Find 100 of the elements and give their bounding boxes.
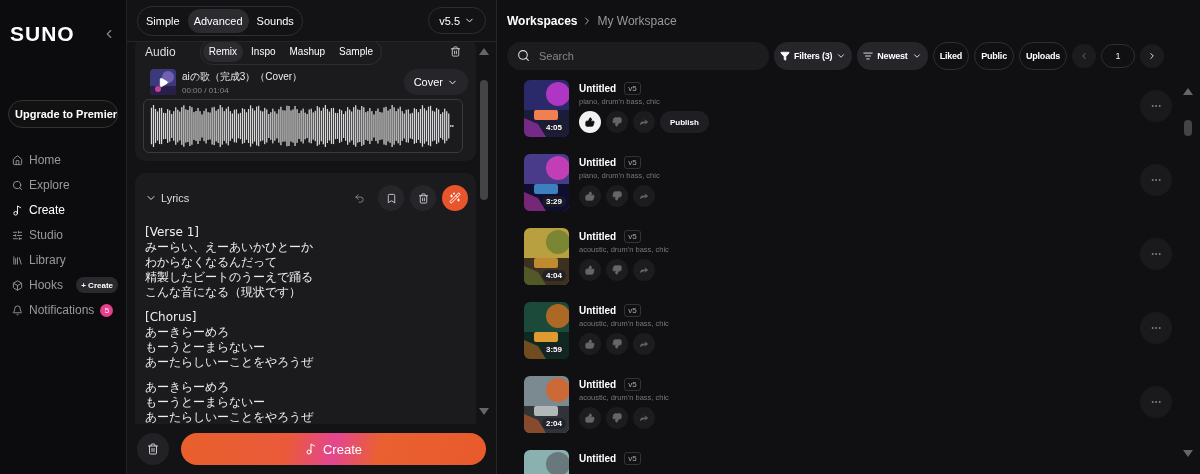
dislike-button[interactable] [606,111,628,133]
thumbs-down-icon [612,191,622,201]
breadcrumb-current: My Workspace [597,14,677,28]
thumbs-down-icon [612,413,622,423]
caret-icon [911,51,922,61]
music-note-icon [305,443,317,455]
duration-badge: 3:29 [542,196,566,207]
song-title[interactable]: Untitled [579,305,617,316]
lyrics-stanza: [Verse 1] みーらい、えーあいかひとーか わからなくなるんだって 精製したビートのうーえで踊る こんな音になる（現状です） [145,225,314,300]
dislike-button[interactable] [606,185,628,207]
share-icon [639,413,649,423]
thumbs-up-icon [585,265,595,275]
nav-item[interactable]: Studio [8,225,118,245]
create-button[interactable]: Create [181,433,486,465]
mode-tab[interactable]: Advanced [187,8,249,33]
sliders-icon [12,229,23,241]
dislike-button[interactable] [606,259,628,281]
nav-item[interactable]: Create [8,200,118,220]
song-title[interactable]: Untitled [579,83,617,94]
share-button[interactable] [633,407,655,429]
search-field[interactable]: Search [507,42,769,70]
track-time: 00:00 / 01:04 [182,85,230,95]
sort-button[interactable]: Newest [857,42,928,70]
scrollbar-thumb[interactable] [1184,120,1192,136]
play-icon [157,76,169,88]
duration-badge: 3:59 [542,344,566,355]
lyrics-stanza: [Chorus] あーきらーめろ もーうとーまらないー あーたらしいーことをやろうぜ [145,310,315,370]
scroll-up-icon[interactable] [1183,88,1193,95]
music-note-icon [12,204,23,216]
dislike-button[interactable] [606,407,628,429]
clear-button[interactable] [410,185,436,211]
nav-label: Library [29,253,66,267]
nav-label: Create [29,203,66,217]
share-button[interactable] [633,259,655,281]
filters-button[interactable]: Filters (3) [774,42,853,70]
box-icon [12,279,23,291]
thumbs-down-icon [612,117,622,127]
audio-tab[interactable]: Sample [333,42,379,62]
share-icon [639,339,649,349]
audio-tab[interactable]: Remix [202,42,244,62]
logo: SUNO [10,22,75,46]
cover-dropdown[interactable]: Cover [403,69,468,95]
share-button[interactable] [633,185,655,207]
nav-item[interactable]: Home [8,150,118,170]
trash-icon [417,192,429,204]
scroll-down-icon[interactable] [479,408,489,415]
song-title[interactable]: Untitled [579,453,617,464]
magic-wand-button[interactable] [442,185,468,211]
version-tag: v5 [624,230,641,243]
mode-tab[interactable]: Simple [140,8,186,33]
nav-item[interactable]: Explore [8,175,118,195]
share-button[interactable] [633,111,655,133]
caret-icon [836,51,847,61]
bookmark-icon [385,192,397,204]
thumbs-up-icon [585,117,595,127]
scroll-up-icon[interactable] [479,48,489,55]
thumbs-up-icon [585,191,595,201]
lyrics-stanza: あーきらーめろ もーうとーまらないー あーたらしいーことをやろうぜ [145,380,315,424]
delete-button[interactable] [137,433,169,465]
upgrade-button[interactable]: Upgrade to Premier [8,100,118,128]
notification-count: 5 [100,303,114,317]
share-icon [639,265,649,275]
bell-icon [12,304,23,316]
waveform[interactable] [143,99,463,153]
song-thumbnail[interactable]: 3:29 [524,154,569,211]
song-thumbnail[interactable]: 3:59 [524,302,569,359]
thumbs-up-icon [585,339,595,349]
version-tag: v5 [624,82,641,95]
version-tag: v5 [624,304,641,317]
lyrics-toggle[interactable]: Lyrics [145,192,190,204]
song-thumbnail[interactable]: 4:04 [524,228,569,285]
nav-item[interactable]: Notifications 5 [8,300,118,320]
nav-item[interactable]: Library [8,250,118,270]
dislike-button[interactable] [606,333,628,355]
thumbs-up-icon [585,413,595,423]
song-thumbnail[interactable]: 4:05 [524,80,569,137]
thumbs-down-icon [612,265,622,275]
scroll-down-icon[interactable] [1183,450,1193,457]
publish-button[interactable]: Publish [660,111,709,133]
nav-item[interactable]: Hooks + Create [8,275,118,295]
song-title[interactable]: Untitled [579,157,617,168]
create-hook-button[interactable]: + Create [76,277,118,293]
audio-title: Audio [145,44,176,59]
mode-tab[interactable]: Sounds [250,8,300,33]
audio-tab[interactable]: Mashup [283,42,332,62]
like-button[interactable] [579,111,601,133]
song-title[interactable]: Untitled [579,379,617,390]
share-icon [639,191,649,201]
version-tag: v5 [624,156,641,169]
nav-label: Studio [29,228,64,242]
duration-badge: 4:05 [542,122,566,133]
breadcrumb-link[interactable]: Workspaces [507,14,578,28]
song-thumbnail[interactable]: 2:04 [524,376,569,433]
duration-badge: 2:04 [542,418,566,429]
share-icon [639,117,649,127]
song-title[interactable]: Untitled [579,231,617,242]
bookmark-button[interactable] [378,185,404,211]
share-button[interactable] [633,333,655,355]
scrollbar-thumb[interactable] [480,80,488,200]
audio-tab[interactable]: Inspo [245,42,282,62]
